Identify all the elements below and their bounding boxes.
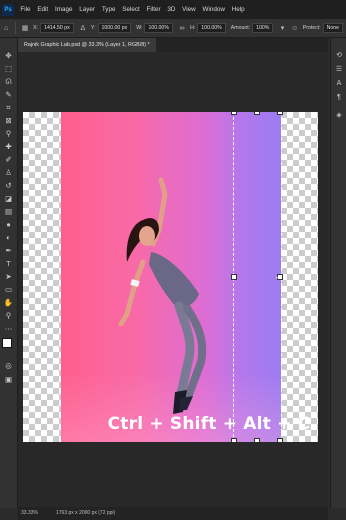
- menu-view[interactable]: View: [179, 6, 199, 13]
- eraser-icon[interactable]: ◪: [3, 193, 14, 204]
- shape-icon[interactable]: ▭: [3, 284, 14, 295]
- document-canvas[interactable]: Ctrl + Shift + Alt + C ↔: [23, 112, 318, 442]
- color-swatches[interactable]: [2, 338, 16, 352]
- reference-point-icon[interactable]: ▦: [21, 23, 29, 33]
- history-brush-icon[interactable]: ↺: [3, 180, 14, 191]
- transform-handle[interactable]: [231, 438, 237, 442]
- h-label: H:: [190, 25, 196, 31]
- document-tab-bar: Rajnik Graphic Lab.psd @ 33.3% (Layer 1,…: [18, 38, 328, 52]
- resize-cursor-icon: ↔: [274, 271, 283, 281]
- menu-file[interactable]: File: [17, 6, 34, 13]
- blur-icon[interactable]: ●: [3, 219, 14, 230]
- zoom-level[interactable]: 33.33%: [21, 507, 38, 520]
- status-bar: 33.33% 1763 px x 2000 px (72 ppi): [18, 507, 328, 520]
- h-field[interactable]: 100.00%: [197, 23, 226, 33]
- document-tab[interactable]: Rajnik Graphic Lab.psd @ 33.3% (Layer 1,…: [18, 38, 156, 52]
- shortcut-overlay-text: Ctrl + Shift + Alt + C: [107, 414, 311, 434]
- person-icon[interactable]: ☺: [291, 23, 299, 33]
- transform-handle[interactable]: [231, 112, 237, 115]
- w-field[interactable]: 100.00%: [144, 23, 173, 33]
- menu-help[interactable]: Help: [228, 6, 248, 13]
- foreground-color-swatch[interactable]: [2, 338, 12, 348]
- quick-mask-icon[interactable]: ◎: [3, 360, 14, 371]
- eyedropper-icon[interactable]: ⚲: [3, 128, 14, 139]
- dodge-icon[interactable]: ◐: [3, 232, 14, 243]
- y-label: Y:: [90, 25, 96, 31]
- properties-panel-icon[interactable]: ☰: [334, 64, 344, 74]
- protect-label: Protect:: [302, 25, 321, 31]
- y-field[interactable]: 1000.00 px: [97, 23, 132, 33]
- stamp-icon[interactable]: ♙: [3, 167, 14, 178]
- move-icon[interactable]: ✥: [3, 50, 14, 61]
- crop-icon[interactable]: ⌗: [3, 102, 14, 113]
- type-icon[interactable]: T: [3, 258, 14, 269]
- delta-icon[interactable]: Δ: [79, 23, 87, 33]
- tools-panel: ✥ ⬚ ᘏ ✎ ⌗ ⊠ ⚲ ✚ ✐ ♙ ↺ ◪ ▤ ● ◐ ✒ T ➤ ▭ ✋ …: [0, 38, 18, 508]
- menu-layer[interactable]: Layer: [76, 6, 99, 13]
- transform-handle[interactable]: [277, 438, 283, 442]
- amount-field[interactable]: 100%: [252, 23, 274, 33]
- link-icon[interactable]: ∞: [178, 23, 186, 33]
- marquee-icon[interactable]: ⬚: [3, 63, 14, 74]
- amount-label: Amount:: [230, 25, 251, 31]
- menu-image[interactable]: Image: [52, 6, 76, 13]
- more-tools-icon[interactable]: ⋯: [3, 323, 14, 334]
- menu-edit[interactable]: Edit: [34, 6, 52, 13]
- x-label: X:: [33, 25, 39, 31]
- quick-select-icon[interactable]: ✎: [3, 89, 14, 100]
- photoshop-logo: Ps: [2, 3, 14, 16]
- menu-type[interactable]: Type: [98, 6, 118, 13]
- lasso-icon[interactable]: ᘏ: [3, 76, 14, 87]
- transform-handle[interactable]: [254, 438, 260, 442]
- pen-icon[interactable]: ✒: [3, 245, 14, 256]
- menu-3d[interactable]: 3D: [164, 6, 179, 13]
- hand-icon[interactable]: ✋: [3, 297, 14, 308]
- options-bar: ⌂ ▦ X: 1414.50 px Δ Y: 1000.00 px W: 100…: [0, 19, 346, 38]
- character-panel-icon[interactable]: A: [334, 78, 344, 88]
- path-select-icon[interactable]: ➤: [3, 271, 14, 282]
- menu-filter[interactable]: Filter: [143, 6, 164, 13]
- chevron-down-icon[interactable]: ▾: [278, 23, 286, 33]
- frame-icon[interactable]: ⊠: [3, 115, 14, 126]
- options-divider: [15, 22, 16, 34]
- x-field[interactable]: 1414.50 px: [40, 23, 74, 33]
- w-label: W:: [136, 25, 143, 31]
- zoom-icon[interactable]: ⚲: [3, 310, 14, 321]
- home-icon[interactable]: ⌂: [2, 23, 10, 33]
- screen-mode-icon[interactable]: ▣: [3, 374, 14, 385]
- layers-panel-icon[interactable]: ◈: [334, 110, 344, 120]
- menu-bar: Ps File Edit Image Layer Type Select Fil…: [0, 0, 346, 19]
- transform-handle[interactable]: [254, 112, 260, 115]
- document-info: 1763 px x 2000 px (72 ppi): [56, 510, 116, 516]
- panel-dock: ⟲ ☰ A ¶ ◈: [330, 38, 346, 508]
- brush-icon[interactable]: ✐: [3, 154, 14, 165]
- menu-window[interactable]: Window: [199, 6, 228, 13]
- gradient-icon[interactable]: ▤: [3, 206, 14, 217]
- paragraph-panel-icon[interactable]: ¶: [334, 92, 344, 102]
- transform-handle[interactable]: [231, 274, 237, 280]
- menu-select[interactable]: Select: [119, 6, 143, 13]
- protect-select[interactable]: None: [322, 23, 344, 33]
- healing-icon[interactable]: ✚: [3, 141, 14, 152]
- history-panel-icon[interactable]: ⟲: [334, 50, 344, 60]
- transform-handle[interactable]: [277, 112, 283, 115]
